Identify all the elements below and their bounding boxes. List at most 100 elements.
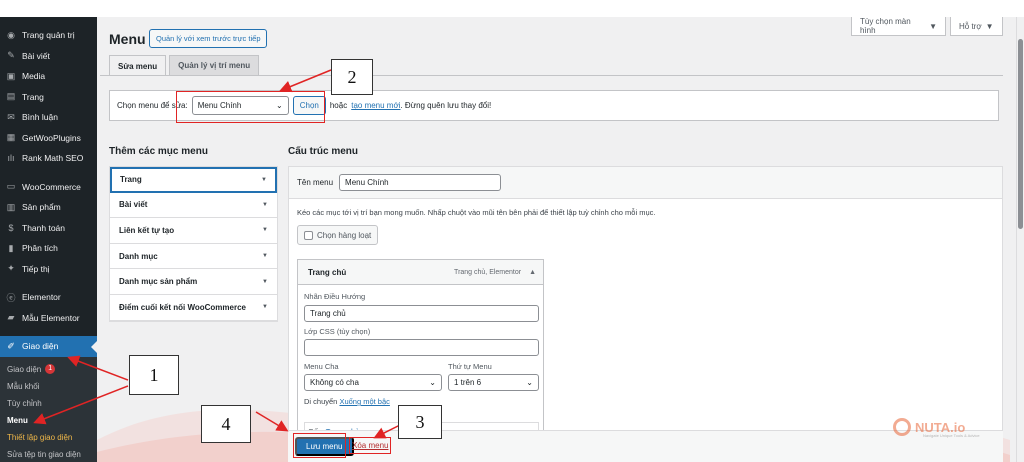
screen-options-label: Tùy chọn màn hình [860, 17, 911, 35]
menu-tabs: Sửa menu Quản lý vị trí menu [109, 55, 260, 76]
annotation-number-4: 4 [201, 405, 251, 443]
page-title: Menu [109, 31, 146, 47]
menu-item-header[interactable]: Trang chủ Trang chủ, Elementor ▲ [298, 260, 543, 285]
sidebar-item-5[interactable]: ▦ GetWooPlugins [0, 128, 97, 149]
accordion-section-label: Liên kết tự tạo [119, 225, 175, 235]
accordion-section-label: Danh mục [119, 251, 158, 261]
submenu-item-label: Mẫu khối [7, 381, 40, 391]
accordion-section-1[interactable]: Bài viết ▼ [110, 193, 277, 219]
annotation-number-3: 3 [398, 405, 442, 439]
accordion-section-0[interactable]: Trang ▼ [110, 167, 277, 193]
submenu-item-0[interactable]: Giao diện 1 [0, 361, 97, 378]
submenu-item-5[interactable]: Sửa tệp tin giao diện [0, 446, 97, 462]
page-icon: ▤ [6, 91, 16, 102]
parent-menu-select[interactable]: Không có cha ⌄ [304, 374, 442, 391]
sidebar-item-12[interactable]: ⓔ Elementor [0, 287, 97, 308]
submenu-item-4[interactable]: Thiết lập giao diện [0, 429, 97, 446]
accordion-section-5[interactable]: Điểm cuối kết nối WooCommerce ▼ [110, 295, 277, 321]
nav-label-input[interactable]: Trang chủ [304, 305, 539, 322]
move-row: Di chuyển Xuống một bậc [304, 397, 390, 406]
sidebar-item-11[interactable]: ✦ Tiếp thị [0, 259, 97, 280]
submenu-item-1[interactable]: Mẫu khối [0, 378, 97, 395]
menu-name-row: Tên menu Menu Chính [289, 167, 1002, 199]
menu-name-input[interactable]: Menu Chính [339, 174, 502, 191]
accordion-section-4[interactable]: Danh mục sản phẩm ▼ [110, 269, 277, 295]
sidebar-item-label: Tiếp thị [22, 263, 50, 274]
caret-up-icon[interactable]: ▲ [529, 269, 536, 276]
sidebar-item-4[interactable]: ✉ Bình luận [0, 107, 97, 128]
caret-down-icon: ▼ [262, 227, 268, 234]
menu-item-meta: Trang chủ, Elementor [454, 268, 522, 276]
marketing-icon: ✦ [7, 263, 15, 274]
sidebar-item-0[interactable]: ◉ Trang quản trị [0, 25, 97, 46]
caret-down-icon: ▼ [262, 278, 268, 285]
structure-instructions: Kéo các mục tới vị trí bạn mong muốn. Nh… [297, 208, 656, 217]
live-preview-button[interactable]: Quản lý với xem trước trực tiếp [149, 29, 268, 48]
sidebar-item-label: Bình luận [22, 112, 58, 123]
comment-icon: ✉ [7, 111, 15, 122]
create-menu-link[interactable]: tạo menu mới [351, 101, 400, 110]
sidebar-item-9[interactable]: $ Thanh toán [0, 218, 97, 239]
watermark-tagline: Navigate Unique Tools & Advice [923, 433, 980, 438]
submenu-item-label: Sửa tệp tin giao diện [7, 449, 81, 459]
appearance-submenu: Giao diện 1 Mẫu khối Tùy chỉnh Menu Thiết lập… [0, 356, 97, 462]
submenu-item-label: Thiết lập giao diện [7, 432, 73, 442]
accordion-section-label: Danh mục sản phẩm [119, 277, 198, 287]
tab-manage-locations[interactable]: Quản lý vị trí menu [169, 55, 260, 75]
help-button[interactable]: Hỗ trợ ▼ [950, 17, 1003, 36]
sidebar-item-6[interactable]: ılı Rank Math SEO [0, 148, 97, 169]
or-text: hoặc [329, 101, 348, 110]
sidebar-item-10[interactable]: ▮ Phân tích [0, 238, 97, 259]
bulk-select-checkbox[interactable] [304, 230, 313, 240]
plugin-box-icon: ▦ [6, 132, 16, 143]
annotation-number-2: 2 [331, 59, 373, 95]
sidebar-item-3[interactable]: ▤ Trang [0, 87, 97, 108]
structure-title: Cấu trúc menu [288, 146, 359, 157]
woo-icon: ▭ [6, 181, 16, 192]
sidebar-item-1[interactable]: ✎ Bài viết [0, 46, 97, 67]
bulk-select-label: Chọn hàng loạt [317, 230, 372, 240]
add-items-title: Thêm các mục menu [109, 146, 208, 157]
sidebar-item-label: Giao diện [22, 341, 59, 352]
help-label: Hỗ trợ [959, 21, 982, 31]
scrollbar-thumb[interactable] [1018, 39, 1023, 229]
sidebar-item-2[interactable]: ▣ Media [0, 66, 97, 87]
top-strip [0, 0, 1024, 17]
chevron-down-icon: ⌄ [429, 378, 436, 387]
product-icon: ▥ [6, 201, 16, 212]
annotation-highlight-delete [349, 437, 391, 454]
css-class-input[interactable] [304, 339, 539, 356]
screen-options-button[interactable]: Tùy chọn màn hình ▼ [851, 17, 946, 36]
chart-icon: ılı [7, 153, 15, 164]
accordion-section-label: Trang [120, 175, 142, 185]
accordion-section-3[interactable]: Danh mục ▼ [110, 244, 277, 270]
sidebar-item-7[interactable]: ▭ WooCommerce [0, 177, 97, 198]
menu-item-title: Trang chủ [308, 267, 347, 277]
menu-order-select[interactable]: 1 trên 6 ⌄ [448, 374, 539, 391]
media-icon: ▣ [6, 70, 16, 81]
sidebar-item-label: Elementor [22, 292, 61, 303]
submenu-item-label: Tùy chỉnh [7, 398, 42, 408]
parent-menu-value: Không có cha [310, 378, 359, 387]
submenu-item-label: Menu [7, 415, 28, 425]
page-scrollbar[interactable] [1016, 17, 1024, 462]
accordion-section-2[interactable]: Liên kết tự tạo ▼ [110, 218, 277, 244]
sidebar-item-8[interactable]: ▥ Sản phẩm [0, 197, 97, 218]
bulk-select-button[interactable]: Chọn hàng loạt [297, 225, 379, 245]
caret-down-icon: ▼ [262, 253, 268, 260]
sidebar-item-label: Bài viết [22, 50, 50, 61]
submenu-item-2[interactable]: Tùy chỉnh [0, 395, 97, 412]
move-down-link[interactable]: Xuống một bậc [339, 397, 389, 406]
sidebar-item-13[interactable]: ▰ Mẫu Elementor [0, 308, 97, 329]
tab-edit-menu[interactable]: Sửa menu [109, 55, 167, 76]
caret-down-icon: ▼ [985, 21, 994, 31]
sidebar-item-label: Sản phẩm [22, 202, 61, 213]
brush-icon: ✐ [7, 340, 15, 351]
pin-icon: ✎ [7, 50, 15, 61]
sidebar-item-14[interactable]: ✐ Giao diện [0, 336, 97, 357]
payment-icon: $ [8, 222, 14, 233]
dashboard-icon: ◉ [7, 29, 15, 40]
tab-divider [100, 75, 1003, 76]
annotation-highlight-save [293, 433, 346, 458]
submenu-item-3[interactable]: Menu [0, 412, 97, 429]
